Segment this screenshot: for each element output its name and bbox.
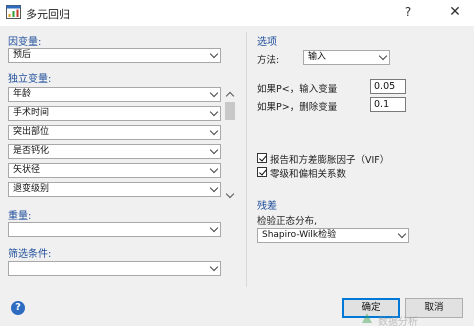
chevron-down-icon — [209, 88, 219, 98]
independent-variable-select[interactable]: 矢状径 — [8, 163, 221, 178]
partial-correlation-checkbox-label: 零级和偏相关系数 — [270, 169, 347, 180]
checkmark-icon — [258, 167, 266, 175]
residuals-section-label: 残差 — [257, 201, 277, 212]
chevron-down-icon — [209, 262, 219, 272]
independent-variable-value: 退变级别 — [13, 184, 50, 194]
normality-test-value: Shapiro-Wilk检验 — [262, 230, 337, 240]
dependent-variable-label: 因变量: — [8, 37, 42, 48]
partial-correlation-checkbox-row[interactable]: 零级和偏相关系数 — [257, 166, 427, 180]
chevron-down-icon — [209, 126, 219, 136]
chevron-down-icon — [209, 49, 219, 59]
normality-test-label: 检验正态分布, — [257, 216, 318, 227]
independent-variable-value: 是否钙化 — [13, 146, 50, 156]
dependent-variable-select[interactable]: 预后 — [8, 48, 221, 63]
chevron-down-icon — [209, 107, 219, 117]
vif-checkbox-label: 报告和方差膨胀因子（VIF） — [270, 155, 390, 166]
watermark-logo-icon — [362, 313, 372, 323]
weight-label: 重量: — [8, 211, 32, 222]
vif-checkbox-row[interactable]: 报告和方差膨胀因子（VIF） — [257, 152, 427, 166]
enter-threshold-input[interactable]: 0.05 — [370, 79, 406, 94]
chevron-down-icon — [209, 164, 219, 174]
chevron-down-icon — [209, 183, 219, 193]
independent-variable-value: 矢状径 — [13, 165, 41, 175]
independent-variable-select[interactable]: 突出部位 — [8, 125, 221, 140]
chevron-down-icon — [378, 51, 388, 61]
dependent-variable-value: 预后 — [13, 50, 32, 60]
independent-variables-scrollbar[interactable] — [223, 87, 237, 209]
independent-variable-value: 年龄 — [13, 89, 32, 99]
independent-variable-value: 手术时间 — [13, 108, 50, 118]
method-value: 输入 — [308, 52, 327, 62]
remove-threshold-label: 如果P>，删除变量 — [257, 102, 338, 113]
method-label: 方法: — [257, 55, 280, 66]
filter-label: 筛选条件: — [8, 249, 52, 260]
options-section-label: 选项 — [257, 37, 277, 48]
independent-variable-select[interactable]: 年龄 — [8, 87, 221, 102]
independent-variable-select[interactable]: 手术时间 — [8, 106, 221, 121]
watermark-text: 数据分析 — [378, 317, 418, 326]
enter-threshold-label: 如果P<，输入变量 — [257, 84, 338, 95]
independent-variable-value: 突出部位 — [13, 127, 50, 137]
independent-variable-select[interactable]: 退变级别 — [8, 182, 221, 197]
dialog-body: 因变量: 预后 独立变量: 年龄 手术时间 突出部位 是否钙化 矢状径 退变级别… — [0, 26, 474, 326]
scroll-thumb[interactable] — [225, 102, 235, 120]
vif-checkbox[interactable] — [257, 153, 267, 163]
normality-test-select[interactable]: Shapiro-Wilk检验 — [257, 228, 409, 243]
chevron-down-icon — [397, 229, 407, 239]
chevron-down-icon — [209, 145, 219, 155]
checkmark-icon — [258, 153, 266, 161]
method-select[interactable]: 输入 — [303, 50, 390, 65]
filter-select[interactable] — [8, 261, 221, 276]
chevron-down-icon — [209, 223, 219, 233]
independent-variables-label: 独立变量: — [8, 74, 52, 85]
column-divider — [246, 32, 247, 287]
help-icon[interactable]: ? — [11, 301, 25, 315]
partial-correlation-checkbox[interactable] — [257, 167, 267, 177]
title-help-button[interactable]: ? — [400, 4, 416, 20]
app-icon — [6, 5, 21, 19]
scroll-down-icon[interactable] — [225, 189, 235, 199]
weight-select[interactable] — [8, 222, 221, 237]
remove-threshold-input[interactable]: 0.1 — [370, 97, 406, 112]
scroll-up-icon[interactable] — [225, 91, 235, 101]
close-button[interactable]: ✕ — [446, 3, 464, 21]
title-bar: 多元回归 ? ✕ — [0, 0, 474, 26]
window-title: 多元回归 — [26, 8, 70, 21]
independent-variable-select[interactable]: 是否钙化 — [8, 144, 221, 159]
